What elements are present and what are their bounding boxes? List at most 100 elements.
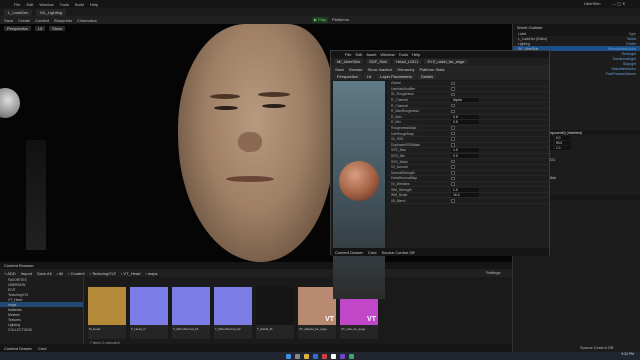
material-menu-asset[interactable]: Asset — [366, 52, 376, 57]
content-tool-button[interactable]: Import — [21, 271, 32, 276]
material-menu-help[interactable]: Help — [412, 52, 420, 57]
material-subtab[interactable]: Lit — [363, 74, 375, 79]
parameter-value[interactable]: Alpha — [451, 98, 479, 103]
menu-item-build[interactable]: Build — [75, 2, 84, 7]
app-icon[interactable] — [322, 353, 327, 359]
material-subtab[interactable]: Perspective — [334, 74, 361, 79]
parameter-checkbox[interactable] — [451, 143, 455, 147]
parameter-checkbox[interactable] — [451, 171, 455, 175]
asset-tile[interactable]: M_Head — [88, 287, 126, 339]
parameter-value[interactable]: 0.6 — [451, 114, 479, 119]
source-control-status[interactable]: Source Control Off — [580, 344, 613, 352]
material-tool-button[interactable]: Browse — [349, 67, 362, 72]
material-menu-tools[interactable]: Tools — [399, 52, 408, 57]
menu-item-help[interactable]: Help — [90, 2, 98, 7]
content-tool-button[interactable]: Save All — [37, 271, 51, 276]
parameter-checkbox[interactable] — [451, 137, 455, 141]
tab-level[interactable]: L_LookDev — [4, 8, 33, 16]
material-tool-button[interactable]: Save — [335, 67, 344, 72]
parameter-checkbox[interactable] — [451, 87, 455, 91]
parameter-checkbox[interactable] — [451, 109, 455, 114]
material-tab[interactable]: SDF_Skin — [366, 59, 391, 64]
material-tab[interactable]: SYZ_uskin_be_ange — [424, 59, 468, 64]
asset-tile[interactable]: T_Head_N — [130, 287, 168, 339]
material-subtab[interactable]: Details — [417, 74, 437, 79]
menu-item-tools[interactable]: Tools — [60, 2, 69, 7]
material-tool-button[interactable]: Show Inactive — [367, 67, 392, 72]
tab-content-browser[interactable]: Content Browser — [4, 263, 34, 268]
search-icon[interactable] — [295, 353, 300, 359]
window-controls[interactable]: — ▢ ✕ — [612, 1, 625, 6]
parameter-checkbox[interactable] — [451, 199, 455, 203]
parameter-value[interactable]: 0.0 — [451, 154, 479, 159]
asset-tile[interactable]: T_Detail_M — [256, 287, 294, 339]
platforms-button[interactable]: Platforms — [332, 17, 349, 23]
content-browser-toolbar: + ADD Import Save All › All › Content › Textu… — [0, 269, 512, 277]
parameter-checkbox[interactable] — [451, 126, 455, 130]
browser-icon[interactable] — [313, 353, 318, 359]
app2-icon[interactable] — [340, 353, 345, 359]
toolbar-blueprints[interactable]: Blueprints — [54, 18, 72, 23]
light-stand — [26, 140, 46, 250]
asset-tile[interactable]: VT VT_albedo_be_ange — [298, 287, 336, 339]
transform-value[interactable]: 0.0 — [555, 135, 571, 140]
parameter-checkbox[interactable] — [451, 92, 455, 97]
menu-item-file[interactable]: File — [14, 2, 20, 7]
toolbar-save[interactable]: Save — [4, 18, 13, 23]
material-status-item[interactable]: Content Drawer — [335, 250, 363, 255]
material-menu-file[interactable]: File — [345, 52, 351, 57]
parameter-value[interactable]: 1.0 — [451, 187, 479, 192]
material-status-item[interactable]: Cmd — [368, 250, 376, 255]
folder-icon[interactable] — [304, 353, 309, 359]
tab-lighting[interactable]: ML_Lighting — [36, 8, 67, 16]
toolbar-cinematics[interactable]: Cinematics — [77, 18, 97, 23]
material-status-item[interactable]: Source Control Off — [381, 250, 414, 255]
menu-item-edit[interactable]: Edit — [26, 2, 33, 7]
app3-icon[interactable] — [349, 353, 354, 359]
asset-tile[interactable]: T_MicroNormal_01 — [172, 287, 210, 339]
breadcrumb-item[interactable]: › TexturingXYZ — [90, 271, 116, 276]
breadcrumb-item[interactable]: › maps — [145, 271, 157, 276]
parameter-value[interactable]: 16.0 — [451, 193, 479, 198]
parameter-checkbox[interactable] — [451, 182, 455, 186]
material-menu-window[interactable]: Window — [380, 52, 394, 57]
material-preview[interactable] — [333, 81, 385, 299]
material-tool-button[interactable]: Hierarchy — [397, 67, 414, 72]
start-icon[interactable] — [286, 353, 291, 359]
asset-tile[interactable]: T_MicroNormal_02 — [214, 287, 252, 339]
settings-button[interactable]: Settings — [486, 269, 500, 277]
toolbar-content[interactable]: Content — [35, 18, 49, 23]
breadcrumb-item[interactable]: › VT_Head — [121, 271, 140, 276]
viewport-show-button[interactable]: Show — [49, 25, 66, 31]
cmd-input[interactable]: Cmd — [38, 346, 46, 351]
parameter-label: Global — [391, 81, 401, 86]
material-menu-edit[interactable]: Edit — [355, 52, 362, 57]
folder-item[interactable]: COLLECTIONS — [0, 327, 83, 332]
content-tool-button[interactable]: + ADD — [4, 271, 16, 276]
material-tab[interactable]: MI_UberSkin — [334, 59, 364, 64]
toolbar-create[interactable]: Create — [18, 18, 30, 23]
transform-value[interactable]: 90.0 — [555, 140, 571, 145]
viewport-perspective-button[interactable]: Perspective — [4, 25, 31, 31]
material-editor-window[interactable]: File Edit Asset Window Tools Help MI_UberSkin… — [330, 50, 550, 299]
parameter-checkbox[interactable] — [451, 103, 455, 108]
material-tab[interactable]: Head_LOD1 — [393, 59, 422, 64]
parameter-checkbox[interactable] — [451, 176, 455, 181]
unreal-icon[interactable] — [331, 353, 336, 359]
menu-item-window[interactable]: Window — [39, 2, 53, 7]
content-drawer-button[interactable]: Content Drawer — [4, 346, 32, 351]
parameter-checkbox[interactable] — [451, 159, 455, 164]
material-tool-button[interactable]: Platform Stats — [420, 67, 445, 72]
parameter-checkbox[interactable] — [451, 81, 455, 86]
play-button[interactable]: ▶ Play — [312, 17, 328, 23]
material-subtab[interactable]: Layer Parameters — [377, 74, 415, 79]
parameter-checkbox[interactable] — [451, 165, 455, 169]
viewport-lit-button[interactable]: Lit — [34, 25, 46, 31]
outliner-type: DirectionalLight — [612, 56, 636, 61]
parameter-checkbox[interactable] — [451, 131, 455, 136]
transform-value[interactable]: 1.0 — [555, 145, 571, 150]
breadcrumb-item[interactable]: › Content — [68, 271, 84, 276]
parameter-value[interactable]: 1.0 — [451, 148, 479, 153]
breadcrumb-item[interactable]: › All — [56, 271, 63, 276]
parameter-value[interactable]: 0.5 — [451, 120, 479, 125]
